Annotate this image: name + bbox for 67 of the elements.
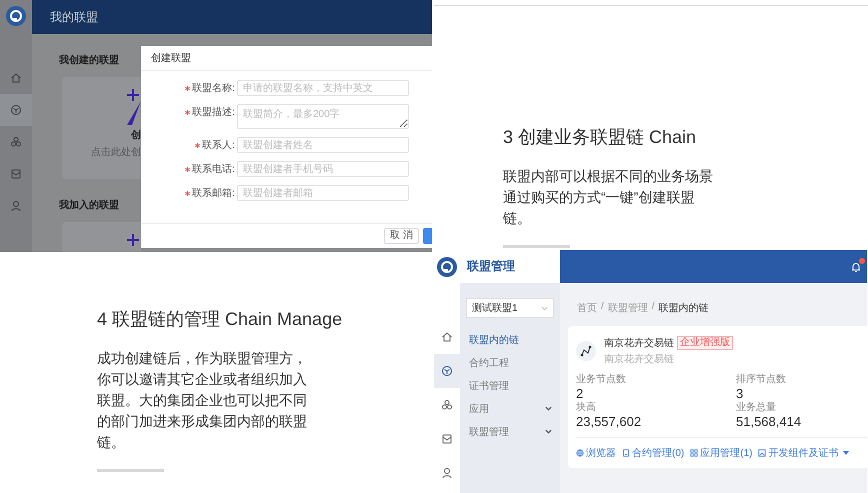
stat-value: 3 bbox=[736, 386, 744, 402]
stat-label: 块高 bbox=[576, 402, 597, 414]
input-field[interactable]: 联盟创建者手机号码 bbox=[237, 161, 409, 177]
field-label: 联系电话: bbox=[192, 162, 235, 176]
breadcrumb-separator: / bbox=[601, 301, 604, 314]
globe-icon bbox=[576, 449, 584, 457]
grid-icon bbox=[690, 449, 698, 457]
image-icon bbox=[758, 449, 766, 457]
slide-heading: 4 联盟链的管理 Chain Manage bbox=[97, 308, 344, 331]
create-card[interactable]: 创 点击此处创 bbox=[62, 77, 141, 179]
field-label: 联盟名称: bbox=[192, 82, 235, 95]
card-hint: 点击此处创 bbox=[91, 146, 141, 159]
stat-value: 23,557,602 bbox=[576, 414, 642, 430]
plus-icon bbox=[127, 89, 139, 101]
input-field[interactable]: 联盟创建者姓名 bbox=[237, 137, 409, 153]
chain-subtitle: 南京花卉交易链 bbox=[604, 352, 675, 366]
cancel-button[interactable]: 取 消 bbox=[384, 228, 419, 244]
chain-name: 南京花卉交易链 bbox=[604, 336, 674, 350]
doc-icon bbox=[622, 449, 630, 457]
breadcrumb-link[interactable]: 联盟内的链 bbox=[658, 301, 709, 315]
alliance-select[interactable]: 测试联盟1 bbox=[466, 298, 554, 318]
card-link[interactable]: 应用管理(1) bbox=[690, 446, 752, 460]
cluster-icon bbox=[441, 399, 453, 411]
home-icon bbox=[441, 331, 453, 343]
field-label: 联盟描述: bbox=[192, 106, 235, 119]
stat-value: 51,568,414 bbox=[736, 414, 802, 430]
slide-heading: 3 创建业务联盟链 Chain bbox=[503, 126, 698, 149]
logo-icon bbox=[437, 256, 457, 276]
slide-paragraph: 成功创建链后，作为联盟管理方，你可以邀请其它企业或者组织加入联盟。大的集团企业也可以把不同的部门加进来形成集团内部的联盟链。 bbox=[97, 349, 308, 452]
cluster-icon bbox=[10, 136, 22, 148]
plus-icon bbox=[127, 234, 139, 246]
menu-item[interactable]: 合约工程 bbox=[466, 351, 554, 374]
app-title: 联盟管理 bbox=[467, 258, 515, 275]
menu-item[interactable]: 联盟管理 bbox=[466, 420, 554, 443]
field-label: 联系邮箱: bbox=[192, 186, 235, 200]
stat-value: 2 bbox=[576, 386, 584, 402]
breadcrumb-link[interactable]: 首页 bbox=[577, 301, 597, 315]
breadcrumb-separator: / bbox=[652, 301, 655, 314]
breadcrumb-link[interactable]: 联盟管理 bbox=[608, 301, 648, 315]
user-icon bbox=[10, 200, 22, 212]
card-link[interactable]: 开发组件及证书 bbox=[758, 446, 850, 460]
section-title: 我加入的联盟 bbox=[59, 198, 120, 212]
stat-label: 业务节点数 bbox=[576, 374, 627, 386]
input-field[interactable]: 申请的联盟名称，支持中英文 bbox=[237, 80, 409, 96]
logo-icon bbox=[6, 6, 26, 26]
bell-icon[interactable] bbox=[850, 260, 862, 272]
nav-rail-item[interactable] bbox=[0, 94, 32, 126]
card-title: 创 bbox=[131, 128, 141, 142]
card-link[interactable]: 合约管理(0) bbox=[622, 446, 684, 460]
text-area[interactable]: 联盟简介，最多200字 bbox=[237, 104, 409, 129]
menu-item[interactable]: 联盟内的链 bbox=[466, 328, 554, 351]
field-label: 联系人: bbox=[202, 138, 235, 152]
stat-label: 业务总量 bbox=[736, 402, 777, 414]
stat-label: 排序节点数 bbox=[736, 374, 787, 386]
dialog-title: 创建联盟 bbox=[151, 52, 191, 65]
card-link[interactable]: 浏览器 bbox=[576, 446, 616, 460]
chevron-down-icon bbox=[541, 306, 548, 310]
edition-badge: 企业增强版 bbox=[677, 336, 733, 350]
slide-paragraph: 联盟内部可以根据不同的业务场景通过购买的方式“一键”创建联盟链。 bbox=[503, 167, 714, 228]
user-icon bbox=[441, 467, 453, 479]
home-icon bbox=[10, 72, 22, 84]
input-field[interactable]: 联盟创建者邮箱 bbox=[237, 185, 409, 201]
menu-item[interactable]: 证书管理 bbox=[466, 374, 554, 397]
chain-icon bbox=[576, 341, 596, 361]
page-title: 我的联盟 bbox=[50, 8, 98, 26]
menu-item[interactable]: 应用 bbox=[466, 397, 554, 420]
section-title: 我创建的联盟 bbox=[59, 54, 120, 67]
